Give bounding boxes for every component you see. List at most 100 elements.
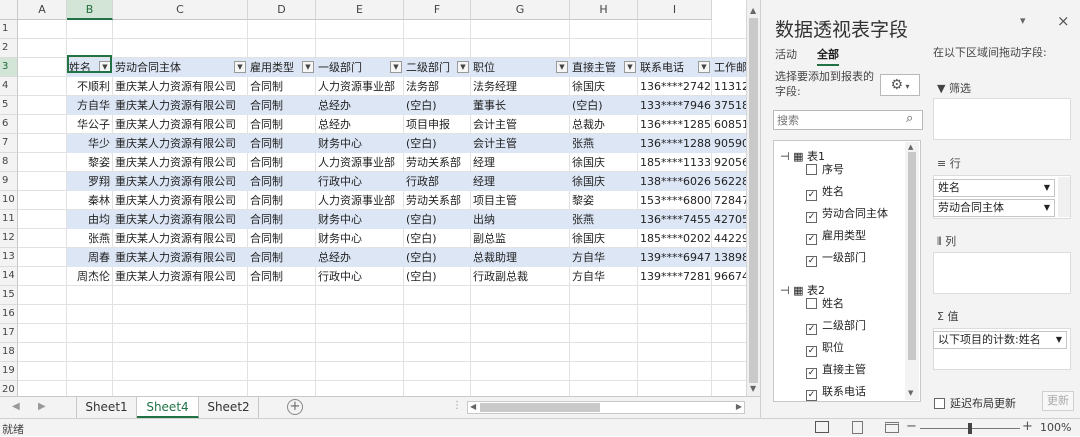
rows-item-name[interactable]: 姓名 ▼ <box>933 179 1055 197</box>
table-cell[interactable]: 136****2742 <box>638 77 712 96</box>
filter-dropdown-icon[interactable]: ▼ <box>302 61 314 73</box>
horizontal-scrollbar[interactable]: ◀ ▶ <box>467 401 745 414</box>
table-cell[interactable]: 合同制 <box>248 96 316 115</box>
row-header[interactable]: 3 <box>0 58 18 77</box>
table-cell[interactable]: 行政中心 <box>316 172 404 191</box>
table-cell[interactable]: 37518 <box>712 96 746 115</box>
field-item[interactable]: 序号 <box>806 160 844 180</box>
field-item[interactable]: ✓ 二级部门 <box>806 316 866 336</box>
table-cell[interactable]: 60851 <box>712 115 746 134</box>
column-header-f[interactable]: F <box>404 0 471 20</box>
row-header[interactable]: 9 <box>0 172 18 191</box>
table-cell[interactable]: 总经办 <box>316 96 404 115</box>
defer-layout-checkbox[interactable]: 延迟布局更新 <box>934 395 1016 411</box>
table-header-cell[interactable]: 职位 ▼ <box>471 58 570 77</box>
table-cell[interactable]: (空白) <box>404 210 471 229</box>
table-cell[interactable]: 合同制 <box>248 248 316 267</box>
table-cell[interactable]: 重庆某人力资源有限公司 <box>113 191 248 210</box>
table-cell[interactable]: 华少 <box>67 134 113 153</box>
table-cell[interactable]: 重庆某人力资源有限公司 <box>113 267 248 286</box>
table-cell[interactable]: 副总监 <box>471 229 570 248</box>
table-cell[interactable]: 合同制 <box>248 115 316 134</box>
table-cell[interactable]: 合同制 <box>248 191 316 210</box>
table-cell[interactable]: 张燕 <box>570 134 638 153</box>
tab-prev-icon[interactable]: ◀ <box>12 401 20 412</box>
table-cell[interactable]: 徐国庆 <box>570 77 638 96</box>
table-cell[interactable]: 财务中心 <box>316 229 404 248</box>
column-header-b[interactable]: B <box>67 0 113 20</box>
table-cell[interactable]: 136****1288 <box>638 134 712 153</box>
table-cell[interactable]: 出纳 <box>471 210 570 229</box>
table-header-cell[interactable]: 二级部门 ▼ <box>404 58 471 77</box>
filter-dropdown-icon[interactable]: ▼ <box>234 61 246 73</box>
table-cell[interactable]: 人力资源事业部 <box>316 191 404 210</box>
zoom-in-icon[interactable]: + <box>1022 419 1033 434</box>
row-header[interactable]: 1 <box>0 20 18 39</box>
table-cell[interactable]: 重庆某人力资源有限公司 <box>113 248 248 267</box>
scroll-up-icon[interactable]: ▲ <box>750 6 756 15</box>
table-cell[interactable]: 重庆某人力资源有限公司 <box>113 115 248 134</box>
table-cell[interactable]: 罗翔 <box>67 172 113 191</box>
table-cell[interactable]: 总裁办 <box>570 115 638 134</box>
hscroll-left-icon[interactable]: ◀ <box>470 402 476 411</box>
tab-sheet1[interactable]: Sheet1 <box>77 397 137 418</box>
table-cell[interactable]: 张燕 <box>570 210 638 229</box>
checkbox-checked-icon[interactable]: ✓ <box>806 212 817 223</box>
table-cell[interactable]: 总经办 <box>316 248 404 267</box>
pane-options-chevron-icon[interactable]: ▾ <box>1020 14 1026 27</box>
column-header-c[interactable]: C <box>113 0 248 20</box>
rows-item-contract[interactable]: 劳动合同主体 ▼ <box>933 199 1055 217</box>
table-cell[interactable]: 合同制 <box>248 229 316 248</box>
table-cell[interactable]: 黎姿 <box>67 153 113 172</box>
column-header-d[interactable]: D <box>248 0 316 20</box>
table-cell[interactable]: 不顺利 <box>67 77 113 96</box>
table-cell[interactable]: 行政副总裁 <box>471 267 570 286</box>
table-cell[interactable]: 经理 <box>471 153 570 172</box>
table-cell[interactable]: 项目申报 <box>404 115 471 134</box>
field-item[interactable]: ✓ 职位 <box>806 338 844 358</box>
table-cell[interactable]: (空白) <box>570 96 638 115</box>
table-cell[interactable]: 重庆某人力资源有限公司 <box>113 153 248 172</box>
table-cell[interactable]: 133****7946 <box>638 96 712 115</box>
column-header-h[interactable]: H <box>570 0 638 20</box>
table-cell[interactable]: 法务部 <box>404 77 471 96</box>
row-header[interactable]: 6 <box>0 115 18 134</box>
table-header-cell[interactable]: 雇用类型 ▼ <box>248 58 316 77</box>
field-search-input[interactable] <box>773 110 923 130</box>
table-cell[interactable]: 96674 <box>712 267 746 286</box>
table-cell[interactable]: 42705 <box>712 210 746 229</box>
table-cell[interactable]: 139****6947 <box>638 248 712 267</box>
columns-area[interactable] <box>933 252 1071 294</box>
table-cell[interactable]: 法务经理 <box>471 77 570 96</box>
update-button[interactable]: 更新 <box>1042 391 1074 411</box>
row-header[interactable]: 11 <box>0 210 18 229</box>
filter-dropdown-icon[interactable]: ▼ <box>390 61 402 73</box>
table-cell[interactable]: (空白) <box>404 267 471 286</box>
table-cell[interactable]: 重庆某人力资源有限公司 <box>113 229 248 248</box>
table-cell[interactable]: 徐国庆 <box>570 172 638 191</box>
table-header-cell[interactable]: 劳动合同主体 ▼ <box>113 58 248 77</box>
zoom-out-icon[interactable]: − <box>906 419 917 434</box>
filter-area[interactable] <box>933 98 1071 140</box>
table-cell[interactable]: (空白) <box>404 248 471 267</box>
field-item[interactable]: ✓ 劳动合同主体 <box>806 204 888 224</box>
row-header[interactable]: 4 <box>0 77 18 96</box>
tab-sheet4[interactable]: Sheet4 <box>137 397 199 418</box>
table-cell[interactable]: 合同制 <box>248 172 316 191</box>
checkbox-checked-icon[interactable]: ✓ <box>806 346 817 357</box>
table-cell[interactable]: 重庆某人力资源有限公司 <box>113 210 248 229</box>
table-cell[interactable]: (空白) <box>404 229 471 248</box>
field-item[interactable]: ✓ 联系电话 <box>806 382 866 402</box>
table-header-cell[interactable]: 联系电话 ▼ <box>638 58 712 77</box>
column-header-a[interactable]: A <box>18 0 67 20</box>
table-cell[interactable]: 合同制 <box>248 77 316 96</box>
column-header-e[interactable]: E <box>316 0 404 20</box>
table-cell[interactable]: 周杰伦 <box>67 267 113 286</box>
worksheet-grid[interactable]: ABCDEFGHI 1 2 3 4 5 6 7 8 9 10 11 12 13 14 15 16 17 18 19 2… <box>0 0 746 396</box>
scroll-down-icon[interactable]: ▼ <box>750 384 756 393</box>
scroll-thumb[interactable] <box>749 18 758 383</box>
collapse-icon[interactable]: ⊣ <box>780 284 790 297</box>
table-cell[interactable]: 财务中心 <box>316 210 404 229</box>
rows-area-scrollbar[interactable] <box>1058 177 1070 217</box>
table-cell[interactable]: 经理 <box>471 172 570 191</box>
